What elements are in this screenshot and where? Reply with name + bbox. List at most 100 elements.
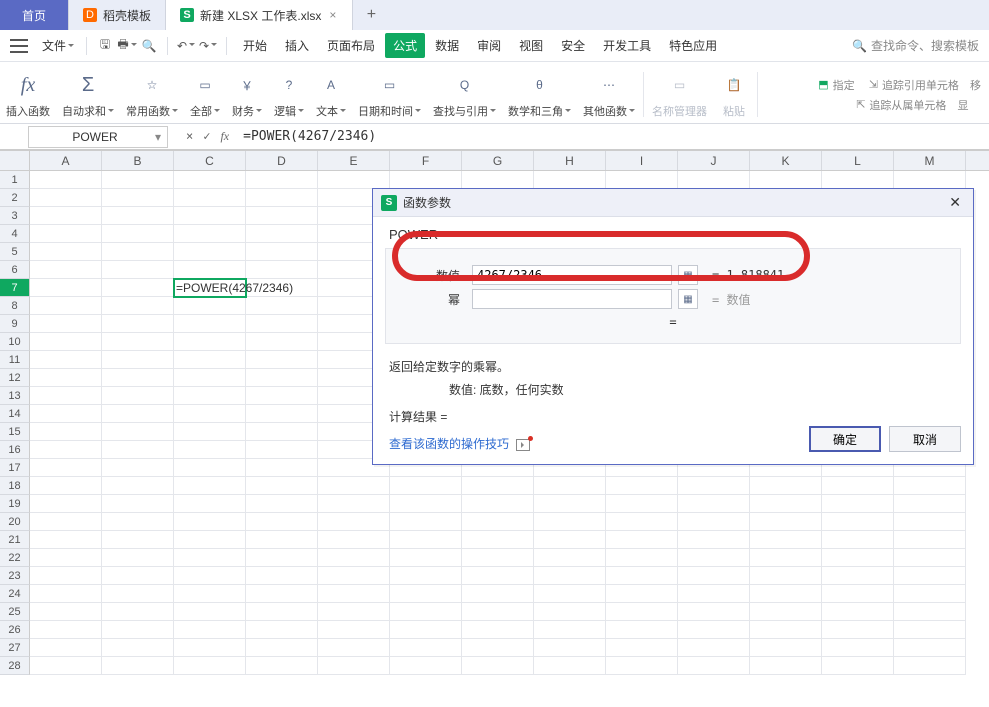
cell[interactable] [534, 531, 606, 549]
ribbon-all[interactable]: ▭全部 [184, 66, 226, 123]
cell[interactable] [30, 531, 102, 549]
cell[interactable] [822, 621, 894, 639]
cell[interactable] [102, 567, 174, 585]
cell[interactable] [246, 261, 318, 279]
cell[interactable] [30, 639, 102, 657]
ribbon-logical[interactable]: ?逻辑 [268, 66, 310, 123]
cell[interactable] [606, 621, 678, 639]
row-header[interactable]: 27 [0, 639, 30, 657]
cell[interactable] [30, 369, 102, 387]
cell[interactable] [534, 585, 606, 603]
cell[interactable] [102, 441, 174, 459]
cell[interactable] [390, 477, 462, 495]
menu-视图[interactable]: 视图 [511, 33, 551, 58]
cell[interactable] [822, 477, 894, 495]
row-header[interactable]: 14 [0, 405, 30, 423]
name-box[interactable]: POWER▾ [28, 126, 168, 148]
cell[interactable] [246, 549, 318, 567]
cell[interactable] [390, 171, 462, 189]
redo-icon[interactable]: ↷ [198, 36, 218, 56]
cell[interactable] [894, 513, 966, 531]
cell[interactable] [174, 423, 246, 441]
cell[interactable] [246, 207, 318, 225]
row-header[interactable]: 22 [0, 549, 30, 567]
row-header[interactable]: 7 [0, 279, 30, 297]
param2-input[interactable] [472, 289, 672, 309]
cell[interactable] [606, 657, 678, 675]
cell[interactable] [174, 477, 246, 495]
cell[interactable] [174, 495, 246, 513]
cell[interactable] [174, 189, 246, 207]
cell[interactable] [678, 477, 750, 495]
cell[interactable] [102, 351, 174, 369]
column-header[interactable]: A [30, 151, 102, 170]
cell[interactable] [390, 549, 462, 567]
ribbon-more[interactable]: ⋯其他函数 [577, 66, 641, 123]
column-header[interactable]: M [894, 151, 966, 170]
ribbon-financial[interactable]: ￥财务 [226, 66, 268, 123]
ribbon-paste[interactable]: 📋粘贴 [713, 66, 755, 123]
cell[interactable] [246, 513, 318, 531]
ok-button[interactable]: 确定 [809, 426, 881, 452]
cell[interactable] [30, 459, 102, 477]
cell[interactable] [462, 171, 534, 189]
cell[interactable] [102, 261, 174, 279]
cell[interactable] [174, 639, 246, 657]
cell[interactable] [750, 657, 822, 675]
cell[interactable] [462, 549, 534, 567]
cell[interactable] [390, 567, 462, 585]
cell[interactable] [246, 405, 318, 423]
print-icon[interactable]: 🖶 [117, 36, 137, 56]
range-picker-icon[interactable]: ▦ [678, 289, 698, 309]
cell[interactable] [174, 549, 246, 567]
ribbon-recent[interactable]: ☆常用函数 [120, 66, 184, 123]
cell[interactable] [30, 585, 102, 603]
cell[interactable] [462, 639, 534, 657]
cell[interactable] [102, 369, 174, 387]
row-header[interactable]: 8 [0, 297, 30, 315]
cell[interactable] [174, 603, 246, 621]
cell[interactable] [678, 621, 750, 639]
cell[interactable] [390, 513, 462, 531]
tab-home[interactable]: 首页 [0, 0, 69, 30]
cell[interactable] [462, 477, 534, 495]
cell[interactable] [822, 567, 894, 585]
cell[interactable] [102, 423, 174, 441]
chevron-down-icon[interactable]: ▾ [155, 130, 161, 144]
cell[interactable] [318, 621, 390, 639]
cell[interactable] [750, 477, 822, 495]
cell[interactable] [246, 531, 318, 549]
cell[interactable] [750, 585, 822, 603]
formula-input[interactable]: =POWER(4267/2346) [235, 129, 989, 144]
cell[interactable] [822, 603, 894, 621]
row-header[interactable]: 28 [0, 657, 30, 675]
cell[interactable] [318, 513, 390, 531]
cell[interactable] [30, 513, 102, 531]
cell[interactable] [174, 351, 246, 369]
cell[interactable] [246, 603, 318, 621]
close-icon[interactable]: ✕ [945, 194, 965, 211]
menu-页面布局[interactable]: 页面布局 [319, 33, 383, 58]
column-header[interactable]: F [390, 151, 462, 170]
cell[interactable] [246, 423, 318, 441]
row-header[interactable]: 21 [0, 531, 30, 549]
cell[interactable] [318, 171, 390, 189]
cell[interactable] [30, 423, 102, 441]
cell[interactable] [894, 621, 966, 639]
cell[interactable] [30, 207, 102, 225]
ribbon-lookup[interactable]: Q查找与引用 [427, 66, 502, 123]
help-link[interactable]: 查看该函数的操作技巧 [389, 437, 509, 451]
cell[interactable] [462, 513, 534, 531]
cell[interactable] [750, 171, 822, 189]
cell[interactable] [462, 495, 534, 513]
accept-formula-icon[interactable]: ✓ [203, 129, 210, 144]
row-header[interactable]: 17 [0, 459, 30, 477]
cell[interactable] [822, 549, 894, 567]
cell[interactable] [246, 189, 318, 207]
cell[interactable] [174, 171, 246, 189]
row-header[interactable]: 11 [0, 351, 30, 369]
cell[interactable] [102, 189, 174, 207]
cell[interactable] [102, 657, 174, 675]
cell[interactable] [30, 297, 102, 315]
tab-close-icon[interactable]: × [327, 8, 338, 22]
